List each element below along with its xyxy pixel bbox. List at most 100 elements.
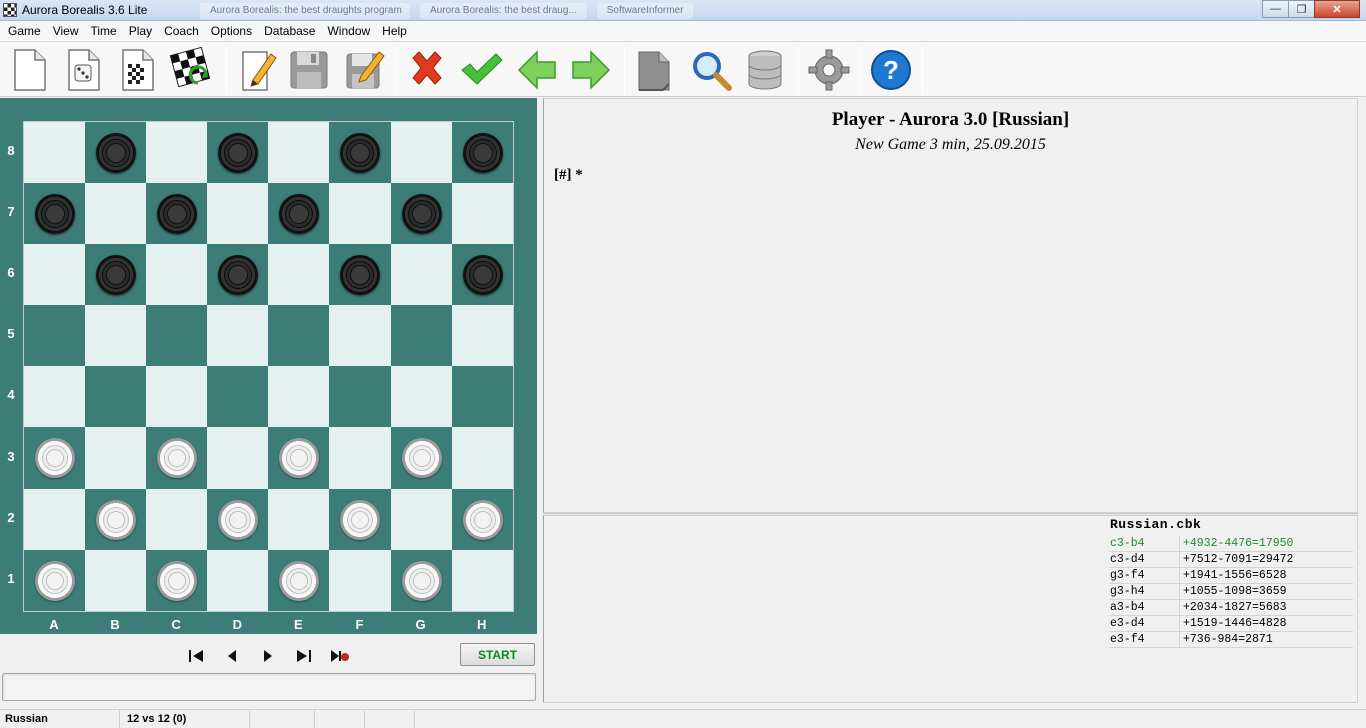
board-square-f1[interactable] — [329, 549, 391, 611]
white-checker[interactable] — [401, 438, 442, 479]
book-row[interactable]: c3-d4 +7512-7091=29472 — [1109, 552, 1353, 568]
board-square-e8[interactable] — [268, 122, 330, 184]
message-field[interactable] — [2, 673, 536, 701]
black-checker[interactable] — [96, 255, 137, 296]
board-square-b2[interactable] — [85, 488, 147, 550]
board-square-e4[interactable] — [268, 366, 330, 428]
black-checker[interactable] — [462, 133, 503, 173]
flip-board-button[interactable] — [168, 46, 214, 94]
board-square-h8[interactable] — [451, 122, 513, 184]
board-square-b6[interactable] — [85, 244, 147, 306]
white-checker[interactable] — [35, 560, 75, 601]
board-square-g4[interactable] — [390, 366, 452, 428]
board-square-g7[interactable] — [390, 183, 452, 245]
search-button[interactable] — [688, 46, 734, 94]
board-square-d7[interactable] — [207, 183, 269, 245]
board-square-c1[interactable] — [146, 549, 208, 611]
white-checker[interactable] — [218, 499, 259, 540]
edit-button[interactable] — [234, 46, 280, 94]
board-square-g1[interactable] — [390, 549, 452, 611]
board-square-a5[interactable] — [24, 305, 86, 367]
menu-options[interactable]: Options — [205, 21, 258, 41]
next-move-button[interactable] — [257, 647, 279, 665]
board-square-b1[interactable] — [85, 549, 147, 611]
board-square-e6[interactable] — [268, 244, 330, 306]
black-checker[interactable] — [340, 255, 381, 296]
book-row[interactable]: a3-b4 +2034-1827=5683 — [1109, 600, 1353, 616]
book-row[interactable]: e3-d4 +1519-1446=4828 — [1109, 616, 1353, 632]
save-edit-button[interactable] — [342, 46, 388, 94]
board-square-d3[interactable] — [207, 427, 269, 489]
previous-button[interactable] — [514, 46, 560, 94]
black-checker[interactable] — [157, 194, 198, 235]
new-game-button[interactable] — [6, 46, 52, 94]
board-square-d2[interactable] — [207, 488, 269, 550]
board-square-b8[interactable] — [85, 122, 147, 184]
board-setup-button[interactable] — [114, 46, 160, 94]
board-square-b7[interactable] — [85, 183, 147, 245]
board-square-a3[interactable] — [24, 427, 86, 489]
black-checker[interactable] — [462, 255, 503, 296]
board-square-e5[interactable] — [268, 305, 330, 367]
white-checker[interactable] — [157, 438, 198, 479]
board-square-h5[interactable] — [451, 305, 513, 367]
board-square-e1[interactable] — [268, 549, 330, 611]
board-square-c2[interactable] — [146, 488, 208, 550]
board-square-b3[interactable] — [85, 427, 147, 489]
board-square-b4[interactable] — [85, 366, 147, 428]
last-move-button[interactable] — [293, 647, 315, 665]
save-button[interactable] — [286, 46, 332, 94]
book-row[interactable]: c3-b4 +4932-4476=17950 — [1109, 536, 1353, 552]
board-square-d4[interactable] — [207, 366, 269, 428]
black-checker[interactable] — [279, 194, 320, 235]
close-button[interactable]: ✕ — [1314, 0, 1360, 18]
start-button[interactable]: START — [460, 643, 535, 666]
board-square-e2[interactable] — [268, 488, 330, 550]
board-square-d8[interactable] — [207, 122, 269, 184]
menu-time[interactable]: Time — [84, 21, 122, 41]
menu-game[interactable]: Game — [2, 21, 47, 41]
board-square-c4[interactable] — [146, 366, 208, 428]
menu-help[interactable]: Help — [376, 21, 413, 41]
checkers-board[interactable] — [23, 121, 514, 612]
board-square-f4[interactable] — [329, 366, 391, 428]
board-square-g2[interactable] — [390, 488, 452, 550]
help-button[interactable]: ? — [868, 46, 914, 94]
black-checker[interactable] — [218, 133, 259, 173]
board-square-a4[interactable] — [24, 366, 86, 428]
white-checker[interactable] — [279, 560, 320, 601]
accept-button[interactable] — [458, 46, 504, 94]
board-square-g3[interactable] — [390, 427, 452, 489]
settings-button[interactable] — [806, 46, 852, 94]
black-checker[interactable] — [35, 194, 75, 235]
board-square-f5[interactable] — [329, 305, 391, 367]
board-square-g8[interactable] — [390, 122, 452, 184]
board-square-f2[interactable] — [329, 488, 391, 550]
board-square-f3[interactable] — [329, 427, 391, 489]
previous-move-button[interactable] — [221, 647, 243, 665]
database-button[interactable] — [742, 46, 788, 94]
board-square-h4[interactable] — [451, 366, 513, 428]
board-square-h3[interactable] — [451, 427, 513, 489]
board-square-d1[interactable] — [207, 549, 269, 611]
board-square-e7[interactable] — [268, 183, 330, 245]
minimize-button[interactable]: — — [1262, 0, 1289, 18]
white-checker[interactable] — [340, 499, 381, 540]
next-button[interactable] — [568, 46, 614, 94]
random-position-button[interactable] — [60, 46, 106, 94]
board-square-c5[interactable] — [146, 305, 208, 367]
board-square-g5[interactable] — [390, 305, 452, 367]
white-checker[interactable] — [96, 499, 137, 540]
white-checker[interactable] — [401, 560, 442, 601]
board-square-a8[interactable] — [24, 122, 86, 184]
board-square-h1[interactable] — [451, 549, 513, 611]
board-square-d5[interactable] — [207, 305, 269, 367]
menu-view[interactable]: View — [47, 21, 85, 41]
document-button[interactable] — [632, 46, 678, 94]
menu-play[interactable]: Play — [123, 21, 158, 41]
board-square-g6[interactable] — [390, 244, 452, 306]
black-checker[interactable] — [401, 194, 442, 235]
board-square-c3[interactable] — [146, 427, 208, 489]
board-square-a2[interactable] — [24, 488, 86, 550]
board-square-d6[interactable] — [207, 244, 269, 306]
